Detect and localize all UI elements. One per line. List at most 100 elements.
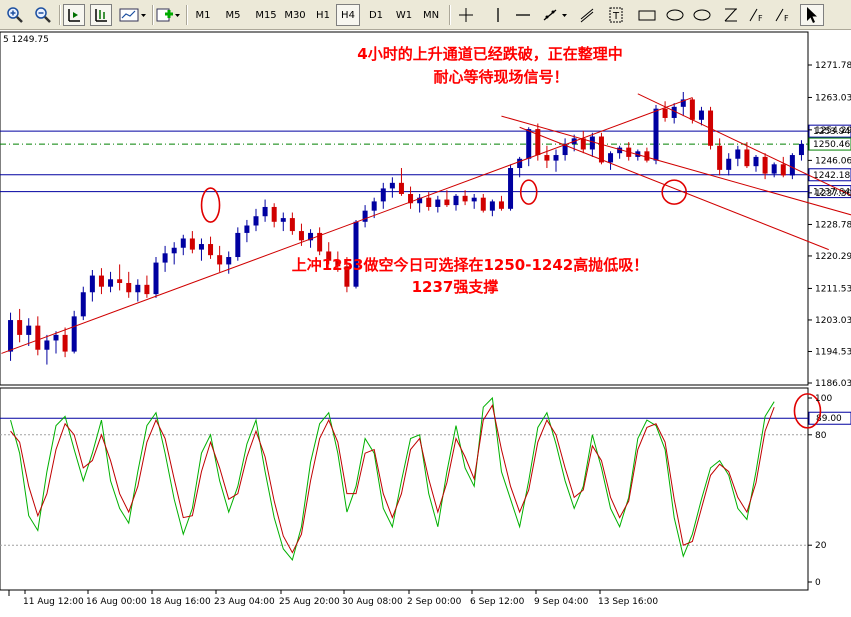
bear-candle [126, 282, 132, 293]
bull-candle [526, 129, 532, 159]
svg-text:F: F [758, 14, 763, 23]
time-tick-label: 11 Aug 12:00 [23, 597, 84, 607]
indicator-tick-label: 0 [815, 578, 821, 588]
annotation-top-line1: 4小时的上升通道已经跌破，正在整理中 [357, 45, 622, 63]
bull-candle [89, 275, 95, 293]
bull-candle [44, 340, 50, 350]
bear-candle [444, 199, 450, 206]
time-tick-label: 18 Aug 16:00 [150, 597, 211, 607]
bear-candle [144, 284, 150, 295]
bear-candle [208, 244, 214, 256]
timeframe-h1-button[interactable]: H1 [311, 4, 335, 26]
rectangle-icon[interactable] [635, 4, 659, 26]
bull-candle [108, 279, 114, 287]
bull-candle [435, 199, 441, 207]
annotation-mid-line1: 上冲1253做空今日可选择在1250-1242高抛低吸！ [292, 256, 648, 274]
bear-candle [189, 238, 195, 250]
annotation-top-line2: 耐心等待现场信号！ [433, 68, 568, 86]
bull-candle [235, 232, 241, 258]
bull-candle [162, 253, 168, 263]
toolbar: T F F M1 M5 M15 M30 H1 H4 D1 W1 MN [0, 0, 851, 30]
bull-candle [726, 158, 732, 170]
time-tick-label: 16 Aug 00:00 [86, 597, 147, 607]
bear-candle [762, 156, 768, 174]
channel-icon[interactable] [576, 4, 598, 26]
price-tick-label: 1254.29 [815, 126, 851, 136]
bull-candle [253, 216, 259, 226]
timeframe-m5-button[interactable]: M5 [221, 4, 245, 26]
bull-candle [280, 218, 286, 222]
timeframe-mn-button[interactable]: MN [419, 4, 443, 26]
timeframe-d1-button[interactable]: D1 [364, 4, 388, 26]
bull-candle [771, 164, 777, 174]
bull-candle [508, 168, 514, 209]
fibo-arcs-icon[interactable]: F [772, 4, 794, 26]
bull-candle [198, 244, 204, 250]
svg-text:F: F [784, 14, 789, 23]
chart-canvas[interactable]: 1253.941250.461242.181237.64 89.00 1271.… [0, 30, 851, 613]
ellipse-icon[interactable] [663, 4, 687, 26]
chart-template-icon[interactable] [117, 4, 149, 26]
indicators-icon[interactable] [155, 4, 181, 26]
bear-candle [717, 145, 723, 170]
horizontal-line-icon[interactable] [512, 4, 534, 26]
fibo-fan-icon[interactable]: F [746, 4, 768, 26]
trendline-icon[interactable] [541, 4, 571, 26]
bull-candle [698, 110, 704, 120]
bull-candle [26, 325, 32, 335]
bull-candle [753, 156, 759, 167]
indicator-tick-label: 20 [815, 541, 827, 551]
chart-shift-icon[interactable] [63, 4, 85, 26]
bull-candle [589, 136, 595, 150]
bear-candle [535, 129, 541, 156]
bull-candle [171, 247, 177, 254]
bull-candle [453, 195, 459, 206]
bull-candle [71, 316, 77, 352]
bull-candle [789, 155, 795, 176]
autoscroll-icon[interactable] [90, 4, 112, 26]
price-tick-label: 1237.30 [815, 189, 851, 199]
indicator-tick-label: 100 [815, 394, 832, 404]
bull-candle [489, 201, 495, 211]
bull-candle [80, 292, 86, 317]
bull-candle [653, 108, 659, 161]
bear-candle [289, 218, 295, 232]
timeframe-h4-button[interactable]: H4 [336, 4, 360, 26]
timeframe-m1-button[interactable]: M1 [191, 4, 215, 26]
bull-candle [380, 188, 386, 202]
triangle-icon[interactable] [690, 4, 714, 26]
cursor-icon[interactable] [800, 4, 824, 26]
bear-candle [271, 206, 277, 222]
time-tick-label: 25 Aug 20:00 [279, 597, 340, 607]
indicator-tick-label: 80 [815, 431, 827, 441]
price-tick-label: 1228.78 [815, 220, 851, 230]
bull-candle [798, 143, 804, 156]
price-tick-label: 1194.53 [815, 347, 851, 357]
text-icon[interactable]: T [605, 4, 627, 26]
bull-candle [608, 153, 614, 163]
price-tick-label: 1246.06 [815, 156, 851, 166]
chart-window[interactable]: 1253.94 1250.46 1242.18 1237.64 89.00 1271.… [0, 30, 851, 613]
bull-candle [135, 284, 141, 293]
crosshair-icon[interactable] [455, 4, 477, 26]
time-tick-label: 23 Aug 04:00 [214, 597, 275, 607]
bear-candle [398, 182, 404, 194]
bear-candle [780, 164, 786, 176]
price-tick-label: 1271.78 [815, 61, 851, 71]
bull-candle [262, 206, 268, 217]
zoom-out-icon[interactable] [32, 4, 54, 26]
vertical-line-icon[interactable] [488, 4, 508, 26]
bull-candle [8, 320, 14, 352]
timeframe-m15-button[interactable]: M15 [252, 4, 280, 26]
bear-candle [298, 231, 304, 241]
price-tick-label: 1263.03 [815, 93, 851, 103]
time-tick-label: 2 Sep 00:00 [407, 597, 462, 607]
fibonacci-icon[interactable] [720, 4, 742, 26]
bull-candle [389, 182, 395, 189]
bear-candle [426, 197, 432, 207]
bull-candle [471, 197, 477, 202]
timeframe-w1-button[interactable]: W1 [392, 4, 416, 26]
bull-candle [353, 221, 359, 287]
zoom-in-icon[interactable] [4, 4, 26, 26]
timeframe-m30-button[interactable]: M30 [281, 4, 309, 26]
